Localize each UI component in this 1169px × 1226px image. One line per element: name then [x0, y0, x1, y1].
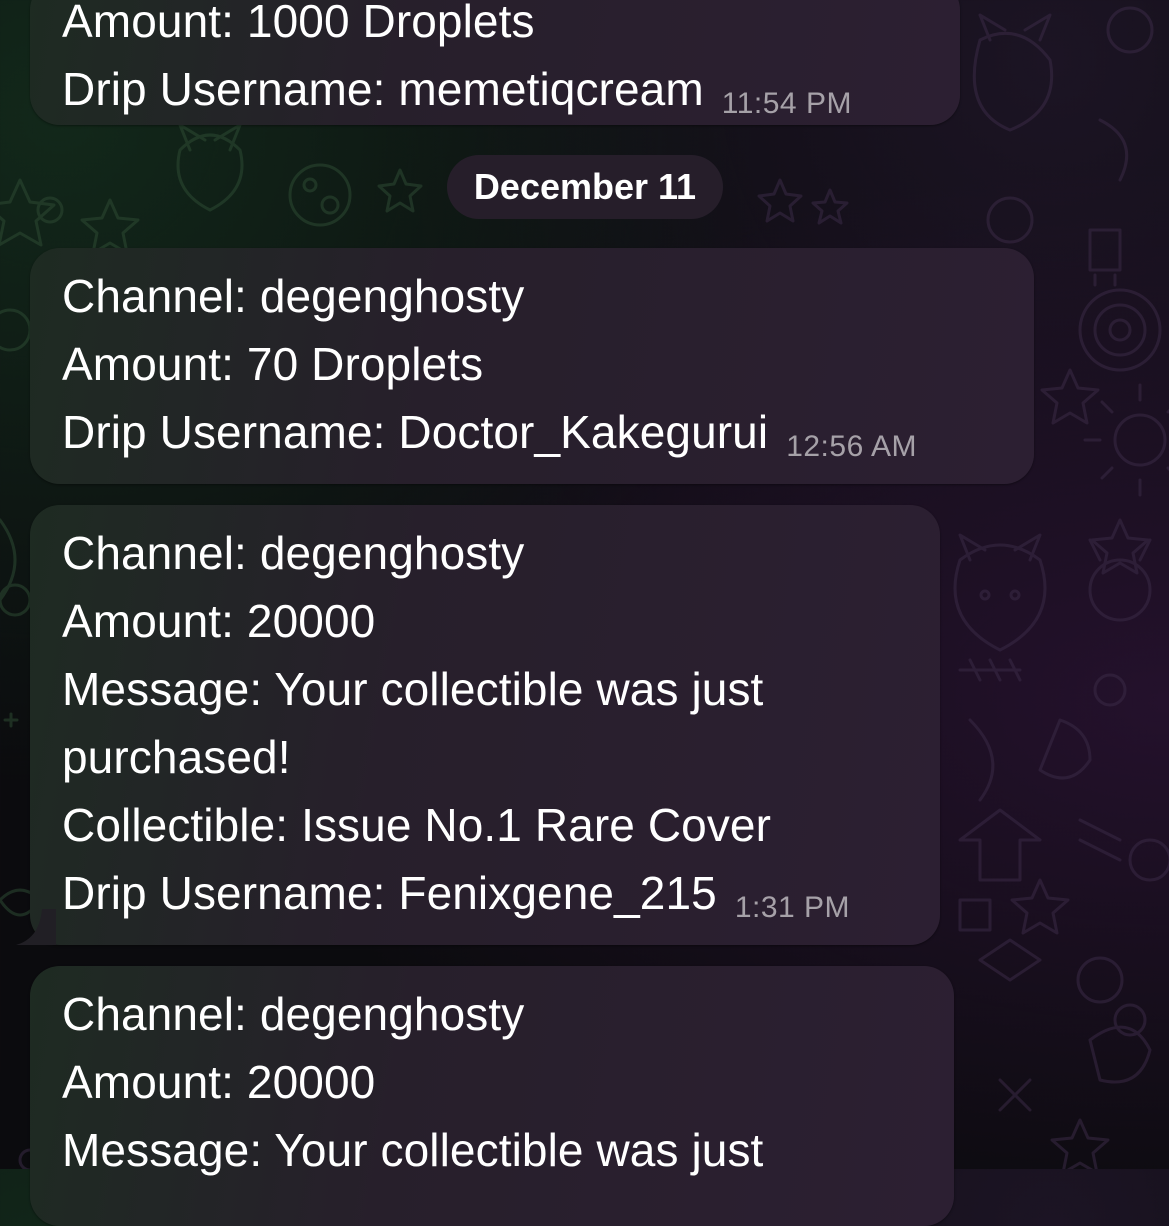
- message-bubble[interactable]: Amount: 1000 Droplets Drip Username: mem…: [30, 0, 960, 125]
- message-line: Message: Your collectible was just: [62, 1124, 764, 1176]
- message-line: Drip Username: memetiqcream: [62, 63, 704, 115]
- message-timestamp: 11:54 PM: [721, 87, 852, 120]
- message-bubble[interactable]: Channel: degenghosty Amount: 20000 Messa…: [30, 505, 940, 945]
- message-line: Collectible: Issue No.1 Rare Cover: [62, 799, 772, 851]
- message-line: Channel: degenghosty: [62, 988, 525, 1040]
- message-line: Amount: 70 Droplets: [62, 338, 484, 390]
- date-separator: December 11: [447, 155, 723, 219]
- message-line: Amount: 20000: [62, 595, 376, 647]
- message-line: Message: Your collectible was just: [62, 663, 764, 715]
- message-line: Amount: 1000 Droplets: [62, 0, 535, 47]
- message-line: Channel: degenghosty: [62, 270, 525, 322]
- message-last-row: Drip Username: Fenixgene_215 1:31 PM: [62, 859, 908, 927]
- message-timestamp: 1:31 PM: [734, 891, 851, 924]
- message-bubble[interactable]: Channel: degenghosty Amount: 70 Droplets…: [30, 248, 1034, 484]
- message-line: Drip Username: Fenixgene_215: [62, 867, 717, 919]
- message-line: Amount: 20000: [62, 1056, 376, 1108]
- message-last-row: Drip Username: memetiqcream 11:54 PM: [62, 55, 928, 123]
- message-line: Channel: degenghosty: [62, 527, 525, 579]
- message-timestamp: 12:56 AM: [786, 430, 917, 463]
- message-line: purchased!: [62, 731, 291, 783]
- message-line: Drip Username: Doctor_Kakegurui: [62, 406, 769, 458]
- message-bubble[interactable]: Channel: degenghosty Amount: 20000 Messa…: [30, 966, 954, 1226]
- message-last-row: Drip Username: Doctor_Kakegurui 12:56 AM: [62, 398, 1002, 466]
